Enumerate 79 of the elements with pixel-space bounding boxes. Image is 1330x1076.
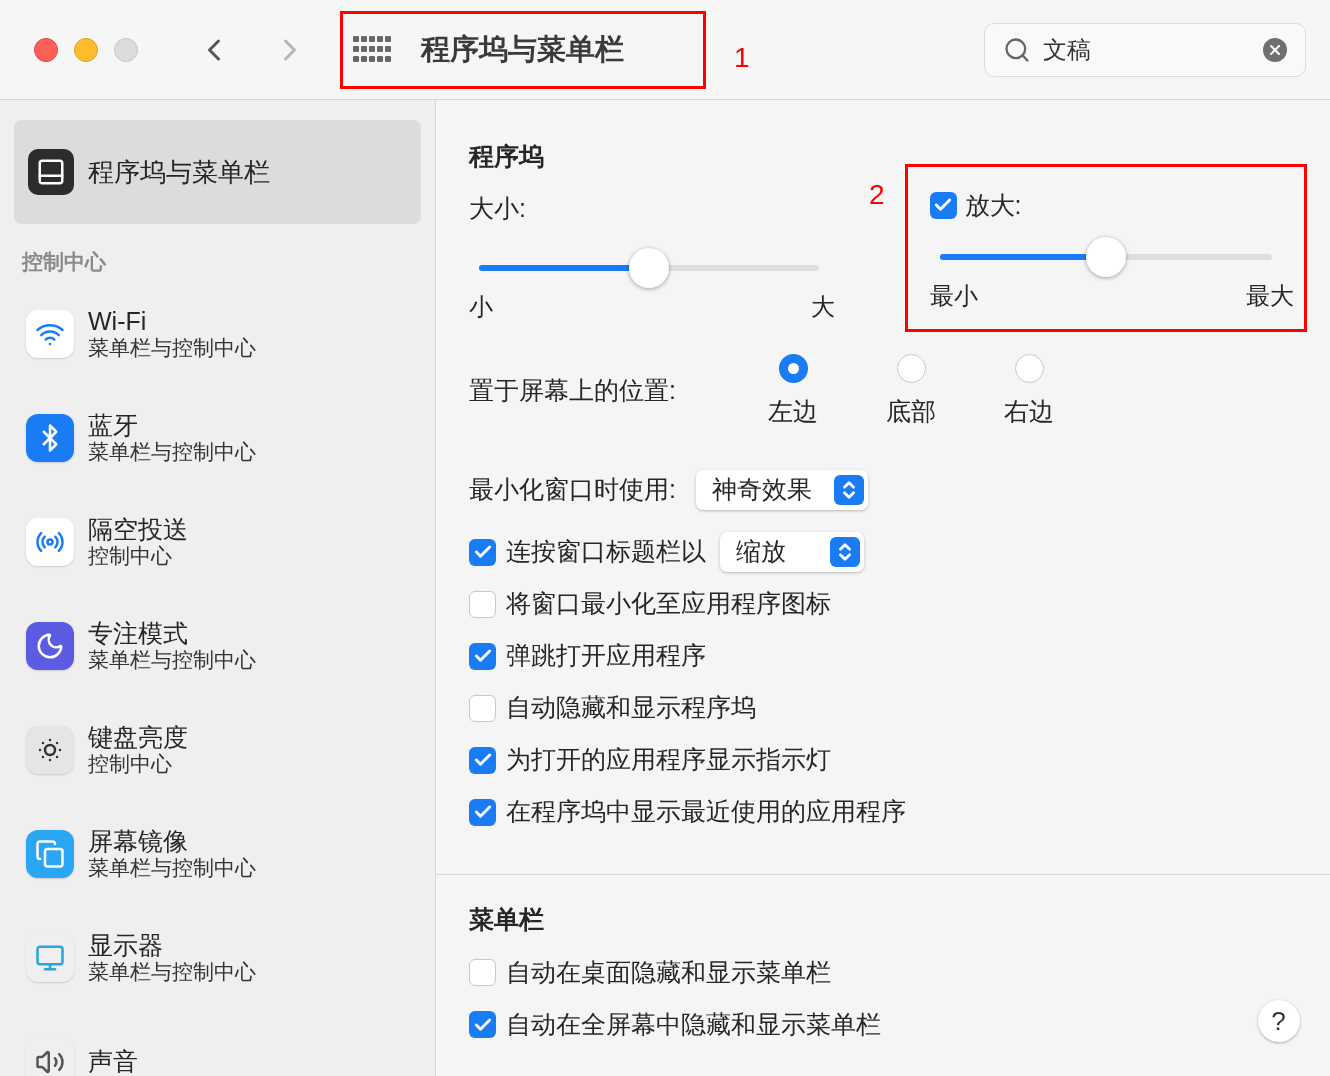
radio-label: 左边 bbox=[768, 395, 818, 427]
slider-thumb[interactable] bbox=[629, 248, 669, 288]
close-button[interactable] bbox=[34, 37, 58, 62]
wifi-icon bbox=[26, 309, 74, 358]
sidebar-item[interactable]: 屏幕镜像 菜单栏与控制中心 bbox=[14, 801, 421, 906]
item-title: Wi-Fi bbox=[88, 307, 148, 336]
bluetooth-icon bbox=[26, 413, 74, 462]
section-heading: 菜单栏 bbox=[469, 904, 545, 935]
dock-icon bbox=[28, 149, 74, 195]
item-subtitle: 菜单栏与控制中心 bbox=[88, 959, 256, 984]
minimize-label: 最小化窗口时使用: bbox=[469, 474, 676, 506]
window-title: 程序坞与菜单栏 bbox=[421, 31, 624, 67]
option-label: 连按窗口标题栏以 bbox=[506, 536, 706, 568]
sidebar-item[interactable]: 键盘亮度 控制中心 bbox=[14, 697, 421, 802]
search-field[interactable]: 文稿 bbox=[984, 22, 1306, 77]
option-label: 自动隐藏和显示程序坞 bbox=[506, 692, 756, 724]
item-subtitle: 菜单栏与控制中心 bbox=[88, 647, 256, 672]
option-label: 弹跳打开应用程序 bbox=[506, 640, 706, 672]
checkbox[interactable] bbox=[929, 191, 957, 219]
annotation-number: 1 bbox=[734, 41, 750, 75]
checkbox[interactable] bbox=[469, 746, 496, 774]
item-title: 显示器 bbox=[88, 931, 164, 960]
minimize-button[interactable] bbox=[74, 37, 98, 62]
sidebar-item[interactable]: 声音 bbox=[14, 1009, 421, 1076]
sidebar-item[interactable]: 隔空投送 控制中心 bbox=[14, 489, 421, 594]
item-title: 屏幕镜像 bbox=[88, 827, 189, 856]
sidebar-item[interactable]: 专注模式 菜单栏与控制中心 bbox=[14, 593, 421, 698]
radio-button[interactable] bbox=[1014, 353, 1044, 383]
radio-button[interactable] bbox=[778, 353, 808, 383]
option-label: 将窗口最小化至应用程序图标 bbox=[506, 588, 831, 620]
action-dropdown[interactable]: 缩放 bbox=[720, 532, 864, 572]
checkbox[interactable] bbox=[469, 1011, 496, 1038]
radio-label: 底部 bbox=[886, 395, 936, 427]
option-label: 为打开的应用程序显示指示灯 bbox=[506, 744, 831, 776]
radio-button[interactable] bbox=[896, 353, 926, 383]
checkbox[interactable] bbox=[469, 798, 496, 826]
airdrop-icon bbox=[26, 517, 74, 566]
item-subtitle: 菜单栏与控制中心 bbox=[88, 335, 256, 360]
slider-label: 大小: bbox=[469, 192, 527, 224]
grid-icon[interactable] bbox=[353, 35, 391, 64]
help-button[interactable]: ? bbox=[1257, 1000, 1300, 1042]
sidebar-item[interactable]: 程序坞与菜单栏 bbox=[14, 120, 421, 224]
radio-label: 右边 bbox=[1004, 395, 1054, 427]
option-label: 在程序坞中显示最近使用的应用程序 bbox=[506, 796, 906, 828]
item-subtitle: 控制中心 bbox=[88, 751, 173, 776]
search-icon bbox=[1003, 35, 1031, 64]
section-header: 控制中心 bbox=[22, 249, 107, 275]
option-label: 自动在全屏幕中隐藏和显示菜单栏 bbox=[506, 1008, 881, 1040]
checkbox[interactable] bbox=[469, 694, 496, 722]
sidebar-item[interactable]: 蓝牙 菜单栏与控制中心 bbox=[14, 385, 421, 490]
checkbox[interactable] bbox=[469, 642, 496, 670]
checkbox[interactable] bbox=[469, 538, 496, 566]
sidebar-item[interactable]: 显示器 菜单栏与控制中心 bbox=[14, 905, 421, 1010]
item-title: 隔空投送 bbox=[88, 515, 188, 544]
moon-icon bbox=[26, 621, 74, 670]
annotation-number: 2 bbox=[869, 177, 885, 212]
item-subtitle: 控制中心 bbox=[88, 543, 173, 568]
item-subtitle: 菜单栏与控制中心 bbox=[88, 439, 256, 464]
item-title: 声音 bbox=[88, 1047, 138, 1076]
sidebar-item[interactable]: Wi-Fi 菜单栏与控制中心 bbox=[14, 281, 421, 386]
checkbox-label: 放大: bbox=[964, 189, 1022, 221]
item-title: 键盘亮度 bbox=[88, 723, 188, 752]
position-label: 置于屏幕上的位置: bbox=[469, 374, 677, 406]
min-label: 最小 bbox=[929, 281, 978, 311]
checkbox[interactable] bbox=[469, 959, 496, 986]
checkbox[interactable] bbox=[469, 590, 496, 618]
item-title: 专注模式 bbox=[88, 619, 189, 648]
max-label: 大 bbox=[811, 292, 835, 322]
min-label: 小 bbox=[469, 292, 493, 322]
option-label: 自动在桌面隐藏和显示菜单栏 bbox=[506, 956, 831, 988]
section-heading: 程序坞 bbox=[469, 141, 545, 172]
brightness-icon bbox=[26, 725, 74, 774]
max-label: 最大 bbox=[1245, 281, 1294, 311]
item-subtitle: 菜单栏与控制中心 bbox=[88, 855, 256, 880]
effect-dropdown[interactable]: 神奇效果 bbox=[695, 470, 868, 510]
slider-thumb[interactable] bbox=[1085, 237, 1126, 277]
screens-icon bbox=[26, 829, 74, 878]
item-title: 蓝牙 bbox=[88, 411, 139, 440]
clear-button[interactable] bbox=[1263, 37, 1287, 62]
